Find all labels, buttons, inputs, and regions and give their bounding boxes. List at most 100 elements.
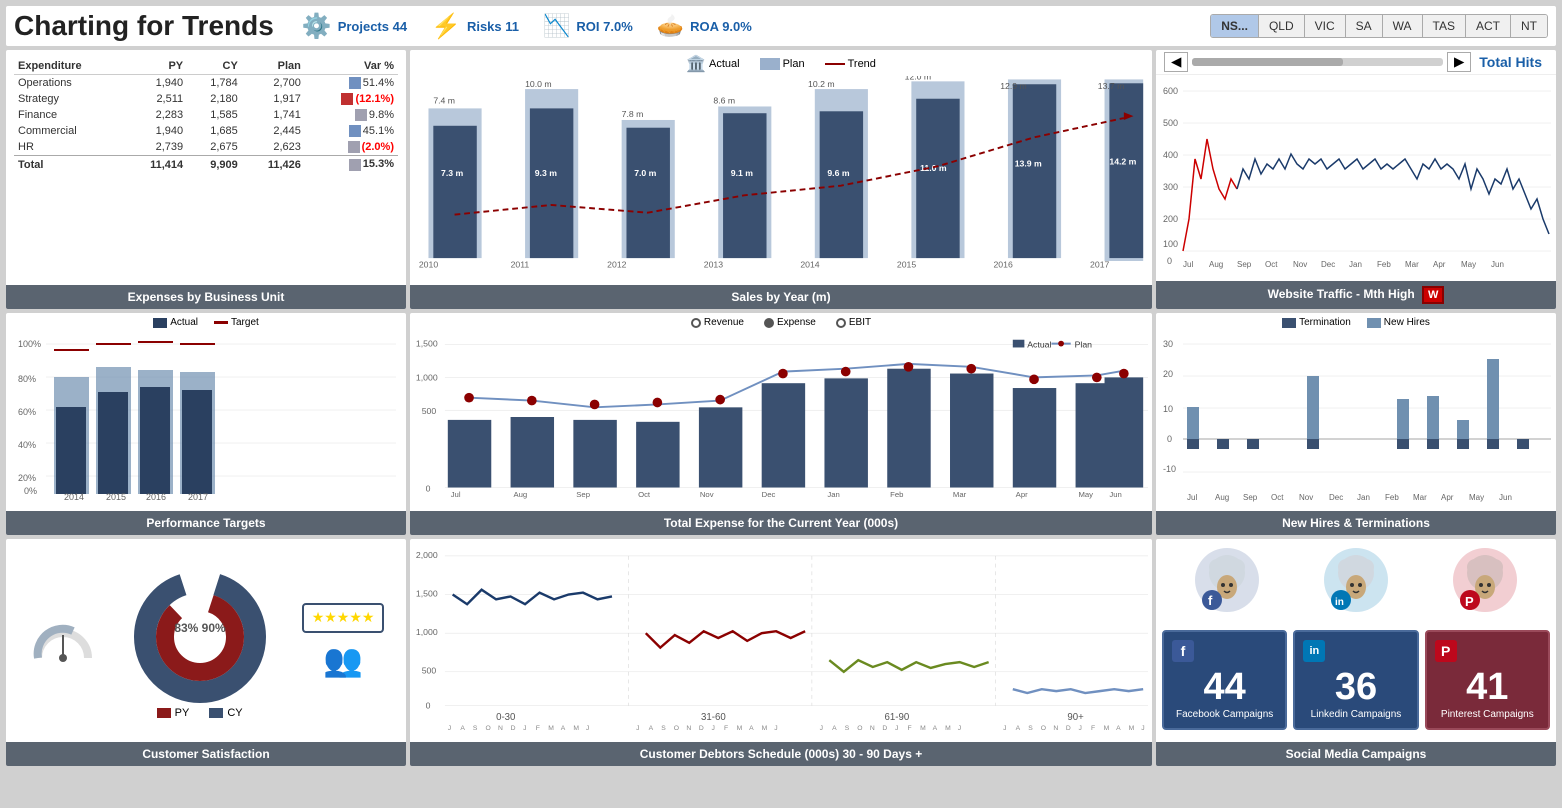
- svg-text:Sep: Sep: [1237, 260, 1252, 269]
- social-header: Social Media Campaigns: [1156, 742, 1556, 766]
- svg-text:F: F: [536, 725, 540, 732]
- svg-text:2,000: 2,000: [416, 550, 438, 560]
- region-tab-nsw[interactable]: NS...: [1211, 15, 1259, 37]
- svg-text:13.9 m: 13.9 m: [1015, 158, 1042, 168]
- svg-text:300: 300: [1163, 182, 1178, 192]
- app-title: Charting for Trends: [14, 10, 274, 42]
- svg-text:J: J: [711, 725, 714, 732]
- svg-text:Mar: Mar: [1405, 260, 1419, 269]
- svg-text:Apr: Apr: [1441, 493, 1454, 502]
- svg-text:D: D: [699, 725, 704, 732]
- svg-text:Plan: Plan: [1075, 339, 1093, 349]
- region-tabs: NS... QLD VIC SA WA TAS ACT NT: [1210, 14, 1548, 38]
- svg-text:Nov: Nov: [1299, 493, 1313, 502]
- svg-text:M: M: [762, 725, 768, 732]
- svg-text:M: M: [1129, 725, 1135, 732]
- region-tab-nt[interactable]: NT: [1511, 15, 1547, 37]
- svg-text:10.2 m: 10.2 m: [808, 79, 835, 89]
- svg-text:2010: 2010: [419, 260, 438, 270]
- svg-text:S: S: [473, 725, 478, 732]
- svg-text:Aug: Aug: [513, 490, 527, 499]
- region-tab-qld[interactable]: QLD: [1259, 15, 1305, 37]
- svg-text:O: O: [1041, 725, 1046, 732]
- svg-text:A: A: [460, 725, 465, 732]
- linkedin-card: in 36 Linkedin Campaigns: [1293, 630, 1418, 730]
- kpi-roi: 📉 ROI 7.0%: [543, 13, 633, 39]
- svg-text:500: 500: [422, 666, 437, 676]
- perf-header: Performance Targets: [6, 511, 406, 535]
- svg-text:60%: 60%: [18, 407, 36, 417]
- projects-label: Projects 44: [338, 19, 407, 34]
- svg-text:2011: 2011: [511, 260, 530, 270]
- svg-text:N: N: [686, 725, 691, 732]
- svg-text:May: May: [1461, 260, 1476, 269]
- svg-text:M: M: [945, 725, 951, 732]
- svg-text:2016: 2016: [993, 260, 1012, 270]
- risks-label: Risks 11: [467, 19, 519, 34]
- svg-text:Mar: Mar: [1413, 493, 1427, 502]
- debtors-header: Customer Debtors Schedule (000s) 30 - 90…: [410, 742, 1152, 766]
- svg-text:61-90: 61-90: [885, 712, 910, 723]
- top-bar: Charting for Trends ⚙️ Projects 44 ⚡ Ris…: [6, 6, 1556, 46]
- svg-text:Actual: Actual: [1027, 339, 1051, 349]
- region-tab-act[interactable]: ACT: [1466, 15, 1511, 37]
- svg-text:D: D: [511, 725, 516, 732]
- linkedin-mascot: in: [1321, 545, 1391, 620]
- svg-text:S: S: [845, 725, 850, 732]
- svg-text:10.0 m: 10.0 m: [525, 79, 552, 89]
- col-cy: CY: [187, 58, 242, 75]
- kpi-risks: ⚡ Risks 11: [431, 12, 519, 41]
- svg-text:Sep: Sep: [1243, 493, 1258, 502]
- legend-actual-dark: Actual: [153, 317, 198, 328]
- traffic-prev-button[interactable]: ◀: [1164, 52, 1188, 72]
- svg-text:Nov: Nov: [1293, 260, 1307, 269]
- debtors-chart: 2,000 1,500 1,000 500 0: [414, 543, 1148, 733]
- region-tab-vic[interactable]: VIC: [1305, 15, 1346, 37]
- svg-text:7.3 m: 7.3 m: [441, 168, 463, 178]
- dashboard: Charting for Trends ⚙️ Projects 44 ⚡ Ris…: [0, 0, 1562, 808]
- svg-text:Oct: Oct: [1271, 493, 1284, 502]
- legend-target: Target: [214, 317, 259, 328]
- social-panel: f: [1156, 539, 1556, 766]
- traffic-next-button[interactable]: ▶: [1447, 52, 1471, 72]
- svg-text:7.8 m: 7.8 m: [622, 109, 644, 119]
- svg-text:14.2 m: 14.2 m: [1109, 156, 1136, 166]
- svg-text:N: N: [498, 725, 503, 732]
- svg-text:7.0 m: 7.0 m: [634, 168, 656, 178]
- region-tab-wa[interactable]: WA: [1383, 15, 1423, 37]
- expenditure-panel: Expenditure PY CY Plan Var % Operations …: [6, 50, 406, 309]
- svg-text:F: F: [908, 725, 912, 732]
- svg-text:P: P: [1465, 594, 1474, 609]
- svg-text:M: M: [737, 725, 743, 732]
- svg-text:0: 0: [1167, 434, 1172, 444]
- svg-text:in: in: [1335, 597, 1344, 608]
- svg-text:9.3 m: 9.3 m: [535, 168, 557, 178]
- svg-text:N: N: [1053, 725, 1058, 732]
- svg-text:Dec: Dec: [1321, 260, 1335, 269]
- svg-text:Mar: Mar: [953, 490, 967, 499]
- svg-text:2017: 2017: [188, 492, 208, 502]
- region-tab-sa[interactable]: SA: [1346, 15, 1383, 37]
- satisfaction-header: Customer Satisfaction: [6, 742, 406, 766]
- svg-text:Jul: Jul: [1187, 493, 1197, 502]
- svg-text:S: S: [661, 725, 666, 732]
- svg-text:1,500: 1,500: [416, 338, 438, 348]
- svg-text:90+: 90+: [1067, 712, 1084, 723]
- facebook-label: Facebook Campaigns: [1172, 709, 1277, 720]
- svg-text:Jan: Jan: [827, 490, 839, 499]
- svg-text:40%: 40%: [18, 440, 36, 450]
- svg-text:J: J: [448, 725, 451, 732]
- legend-actual: 🏛️ Actual: [686, 54, 740, 74]
- expense-year-panel: Revenue Expense EBIT 1,500 1,000 500: [410, 313, 1152, 535]
- facebook-count: 44: [1172, 666, 1277, 709]
- svg-text:2015: 2015: [106, 492, 126, 502]
- region-tab-tas[interactable]: TAS: [1423, 15, 1466, 37]
- linkedin-count: 36: [1303, 666, 1408, 709]
- col-var: Var %: [305, 58, 398, 75]
- expenses-header: Expenses by Business Unit: [6, 285, 406, 309]
- svg-text:31-60: 31-60: [701, 712, 726, 723]
- expense-chart: 1,500 1,000 500 0: [414, 332, 1148, 502]
- svg-text:A: A: [933, 725, 938, 732]
- svg-text:0%: 0%: [24, 486, 37, 496]
- roi-icon: 📉: [543, 13, 570, 39]
